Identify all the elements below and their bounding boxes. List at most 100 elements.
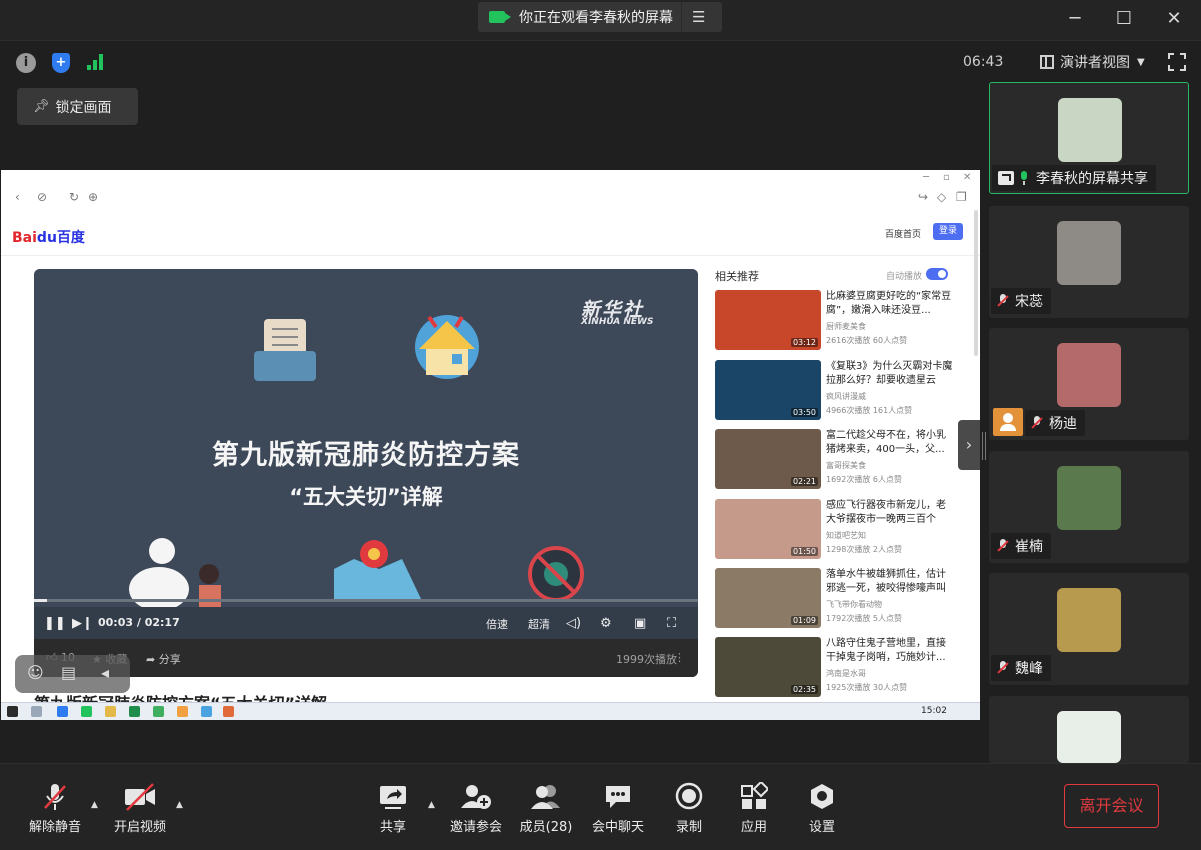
windows-taskbar: 15:02: [1, 702, 980, 720]
record-icon: [675, 782, 703, 812]
record-button[interactable]: 录制: [654, 782, 724, 838]
record-label: 录制: [675, 820, 702, 835]
participant-name: 宋蕊: [1015, 294, 1043, 310]
members-icon: [530, 782, 562, 812]
recommend-thumbnail: 02:21: [715, 429, 821, 489]
participant-name-box: 李春秋的屏幕共享: [992, 165, 1156, 191]
xinhua-watermark-en: XINHUA NEWS: [581, 317, 654, 327]
settings-icon: [808, 782, 836, 812]
video-subtitle-overlay: “五大关切”详解: [289, 485, 443, 509]
apps-label: 应用: [740, 820, 767, 835]
browser-minimize-icon: ─: [923, 172, 930, 183]
browser-copy-icon: ❐: [956, 190, 967, 204]
lock-view-button[interactable]: 📌︎ 锁定画面: [17, 88, 138, 125]
window-title: 你正在观看李春秋的屏幕: [519, 10, 673, 26]
browser-share-icon: ↪: [918, 190, 929, 204]
share-options-caret-icon[interactable]: ▲: [428, 800, 435, 810]
recommend-stats: 1692次播放 6人点赞: [826, 475, 902, 484]
recommend-duration: 02:21: [790, 477, 818, 486]
chat-bubble-icon[interactable]: ▤: [61, 663, 76, 682]
recommend-item: 02:35 八路守住鬼子营地里，直接干掉鬼子岗哨，巧施妙计... 鸿南是水哥 1…: [715, 637, 955, 697]
recommend-stats: 1298次播放 2人点赞: [826, 545, 902, 554]
microphone-icon: [1018, 171, 1030, 185]
participant-name: 李春秋的屏幕共享: [1036, 171, 1148, 187]
leave-meeting-button[interactable]: 离开会议: [1064, 784, 1159, 828]
members-button[interactable]: 成员(28): [511, 782, 581, 838]
pause-icon: ❚❚: [44, 616, 66, 631]
security-shield-icon[interactable]: +: [52, 53, 70, 73]
settings-button[interactable]: 设置: [787, 782, 857, 838]
recommend-stats: 1792次播放 5人点赞: [826, 614, 902, 623]
refresh-icon: ↻: [69, 190, 80, 204]
invite-user-icon: [460, 782, 492, 812]
participant-tile[interactable]: [989, 696, 1189, 763]
recommend-title: 感应飞行器夜市新宠儿，老大爷摆夜市一晚两三百个: [826, 500, 946, 525]
maximize-button[interactable]: ☐: [1109, 8, 1139, 29]
participant-name-box: 魏峰: [991, 655, 1051, 681]
settings-label: 设置: [808, 820, 835, 835]
avatar: [1058, 98, 1122, 162]
participant-tile[interactable]: 李春秋的屏幕共享: [989, 82, 1189, 194]
recommend-title: 富二代趁父母不在，将小乳猪烤来卖，400一头，父...: [826, 430, 946, 455]
lock-view-label: 锁定画面: [55, 99, 112, 116]
resize-handle[interactable]: [982, 432, 986, 460]
recommend-stats: 2616次播放 60人点赞: [826, 336, 908, 345]
participant-tile[interactable]: 崔楠: [989, 451, 1189, 563]
minimize-button[interactable]: ─: [1060, 8, 1090, 29]
browser-cube-icon: ◇: [937, 190, 947, 204]
screen-share-title[interactable]: 你正在观看李春秋的屏幕 ☰: [478, 2, 722, 32]
menu-list-icon[interactable]: ☰: [692, 8, 705, 26]
invite-button[interactable]: 邀请参会: [441, 782, 511, 838]
collapse-left-icon[interactable]: ◂: [101, 663, 109, 682]
recommend-title: 八路守住鬼子营地里，直接干掉鬼子岗哨，巧施妙计...: [826, 638, 946, 663]
participant-tile[interactable]: 杨迪: [989, 328, 1189, 440]
baidu-login-button: 登录: [933, 223, 963, 240]
app-icon: [177, 706, 188, 717]
apps-button[interactable]: 应用: [719, 780, 789, 838]
player-fullscreen-icon: ⛶: [667, 616, 677, 631]
recommend-title: 比麻婆豆腐更好吃的“家常豆腐”，嫩滑入味还没豆...: [826, 291, 952, 316]
recommend-duration: 02:35: [790, 685, 818, 694]
chat-button[interactable]: 会中聊天: [583, 782, 653, 838]
audio-options-caret-icon[interactable]: ▲: [91, 800, 98, 810]
share-label: 共享: [379, 820, 406, 835]
baidu-header: Baidu百度 百度首页 登录: [1, 220, 980, 256]
fullscreen-icon[interactable]: [1168, 53, 1186, 71]
start-icon: [7, 706, 18, 717]
microphone-muted-icon: [997, 294, 1009, 308]
start-video-button[interactable]: 开启视频: [105, 782, 175, 838]
baidu-logo: Baidu百度: [12, 230, 85, 246]
network-signal-icon[interactable]: [87, 54, 105, 70]
volume-icon: ◁): [566, 616, 582, 631]
invite-label: 邀请参会: [449, 820, 502, 835]
participant-name: 崔楠: [1015, 539, 1043, 555]
recommend-thumbnail: 03:12: [715, 290, 821, 350]
participant-name-box: 宋蕊: [991, 288, 1051, 314]
presenter-view-dropdown[interactable]: 演讲者视图 ▼: [1040, 52, 1145, 72]
participant-tile[interactable]: 魏峰: [989, 573, 1189, 685]
chevron-down-icon: ▼: [1137, 56, 1145, 68]
taskbar-clock: 15:02: [921, 706, 947, 716]
unmute-button[interactable]: 解除静音: [20, 782, 90, 838]
close-button[interactable]: ✕: [1159, 8, 1189, 29]
chat-icon: [604, 782, 632, 812]
shared-screen[interactable]: ‹ ⊘ ↻ ⊕ ─ ▫ ✕ ↪ ◇ ❐ Baidu百度 百度首页 登录 新华社 …: [1, 170, 980, 720]
meeting-info-icon[interactable]: i: [16, 53, 36, 73]
app-icon: [153, 706, 164, 717]
members-label: 成员(28): [519, 820, 573, 835]
collapse-panel-button[interactable]: ›: [958, 420, 980, 470]
avatar: [1057, 588, 1121, 652]
video-controls: ❚❚ ▶❙ 00:03 / 02:17 倍速 超清 ◁) ⚙ ▣ ⛶: [34, 607, 698, 639]
pip-icon: ▣: [634, 616, 647, 631]
page-scrollbar: [974, 210, 978, 356]
video-frame: 新华社 XINHUA NEWS 第九版新冠肺炎防控方案 “五大关切”详解: [34, 269, 698, 607]
excel-icon: [129, 706, 140, 717]
recommend-heading: 相关推荐: [715, 270, 759, 283]
recommend-title: 《复联3》为什么灭霸对卡魔拉那么好？却要收遗星云: [826, 361, 953, 386]
share-button[interactable]: 共享: [358, 782, 428, 838]
video-options-caret-icon[interactable]: ▲: [176, 800, 183, 810]
progress-bar: [34, 599, 698, 602]
video-title-overlay: 第九版新冠肺炎防控方案: [212, 440, 520, 471]
emoji-icon[interactable]: ☺: [27, 663, 44, 682]
participant-tile[interactable]: 宋蕊: [989, 206, 1189, 318]
